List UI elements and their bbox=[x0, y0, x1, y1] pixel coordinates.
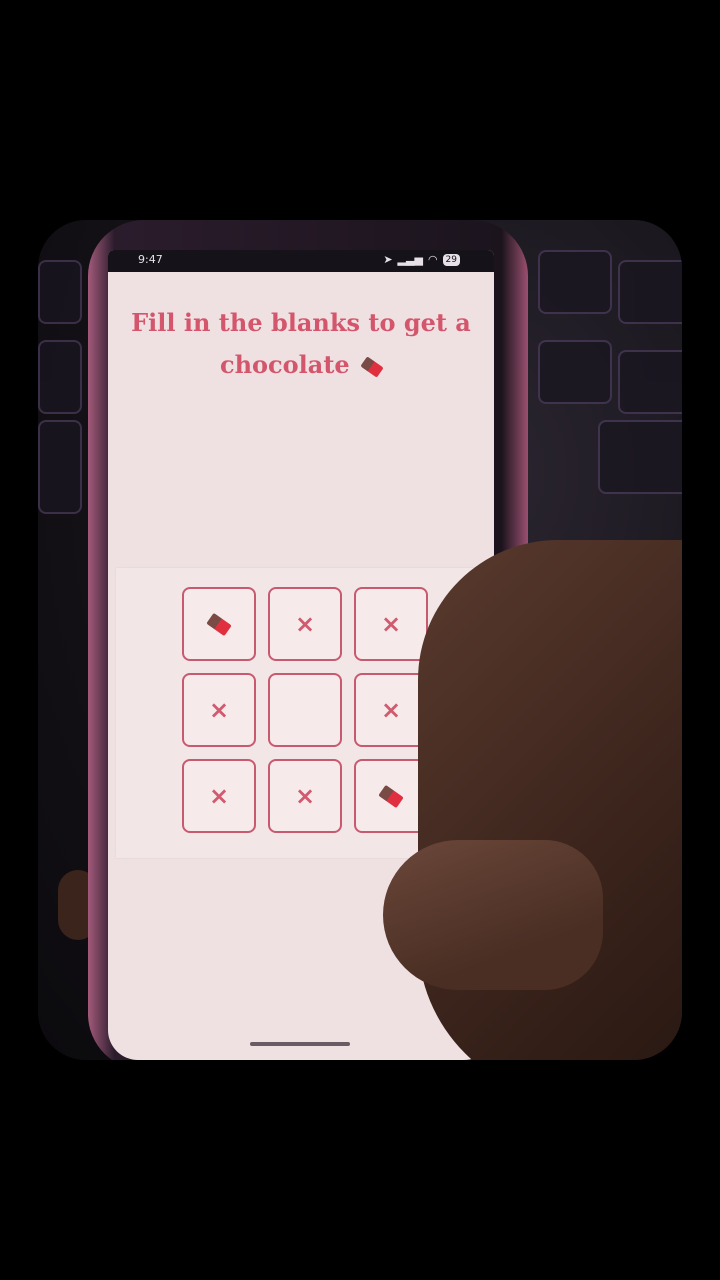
x-mark-icon: × bbox=[294, 610, 316, 638]
keyboard-key bbox=[618, 260, 682, 324]
page-title-text: Fill in the blanks to get a chocolate bbox=[131, 308, 471, 379]
home-indicator[interactable] bbox=[250, 1042, 350, 1046]
puzzle-grid: × × × × × × bbox=[182, 587, 428, 833]
grid-cell-8[interactable]: × bbox=[268, 759, 342, 833]
page-title: Fill in the blanks to get a chocolate bbox=[128, 302, 474, 386]
grid-cell-2[interactable]: × bbox=[268, 587, 342, 661]
status-bar: 9:47 ➤ ▂▃▅ ◠ 29 bbox=[108, 250, 494, 272]
chocolate-bar-icon bbox=[360, 355, 384, 378]
x-mark-icon: × bbox=[380, 696, 402, 724]
status-time: 9:47 bbox=[138, 253, 163, 266]
wifi-icon: ◠ bbox=[427, 253, 438, 266]
grid-cell-4[interactable]: × bbox=[182, 673, 256, 747]
grid-cell-7[interactable]: × bbox=[182, 759, 256, 833]
keyboard-key bbox=[38, 260, 82, 324]
grid-cell-5[interactable] bbox=[268, 673, 342, 747]
location-icon: ➤ bbox=[383, 253, 393, 266]
x-mark-icon: × bbox=[380, 610, 402, 638]
keyboard-key bbox=[38, 340, 82, 414]
keyboard-key bbox=[538, 340, 612, 404]
grid-cell-1[interactable] bbox=[182, 587, 256, 661]
keyboard-key bbox=[538, 250, 612, 314]
chocolate-bar-icon bbox=[378, 784, 404, 808]
video-frame: 9:47 ➤ ▂▃▅ ◠ 29 Fill in the blanks to ge… bbox=[38, 220, 682, 1060]
keyboard-key bbox=[598, 420, 682, 494]
x-mark-icon: × bbox=[294, 782, 316, 810]
grid-cell-9[interactable] bbox=[354, 759, 428, 833]
battery-badge: 29 bbox=[442, 253, 460, 266]
grid-cell-6[interactable]: × bbox=[354, 673, 428, 747]
keyboard-key bbox=[38, 420, 82, 514]
thumb bbox=[383, 840, 603, 990]
status-icons: ➤ ▂▃▅ ◠ 29 bbox=[383, 253, 460, 266]
chocolate-bar-icon bbox=[206, 612, 232, 636]
signal-icon: ▂▃▅ bbox=[397, 253, 423, 266]
keyboard-key bbox=[618, 350, 682, 414]
grid-cell-3[interactable]: × bbox=[354, 587, 428, 661]
x-mark-icon: × bbox=[208, 782, 230, 810]
x-mark-icon: × bbox=[208, 696, 230, 724]
